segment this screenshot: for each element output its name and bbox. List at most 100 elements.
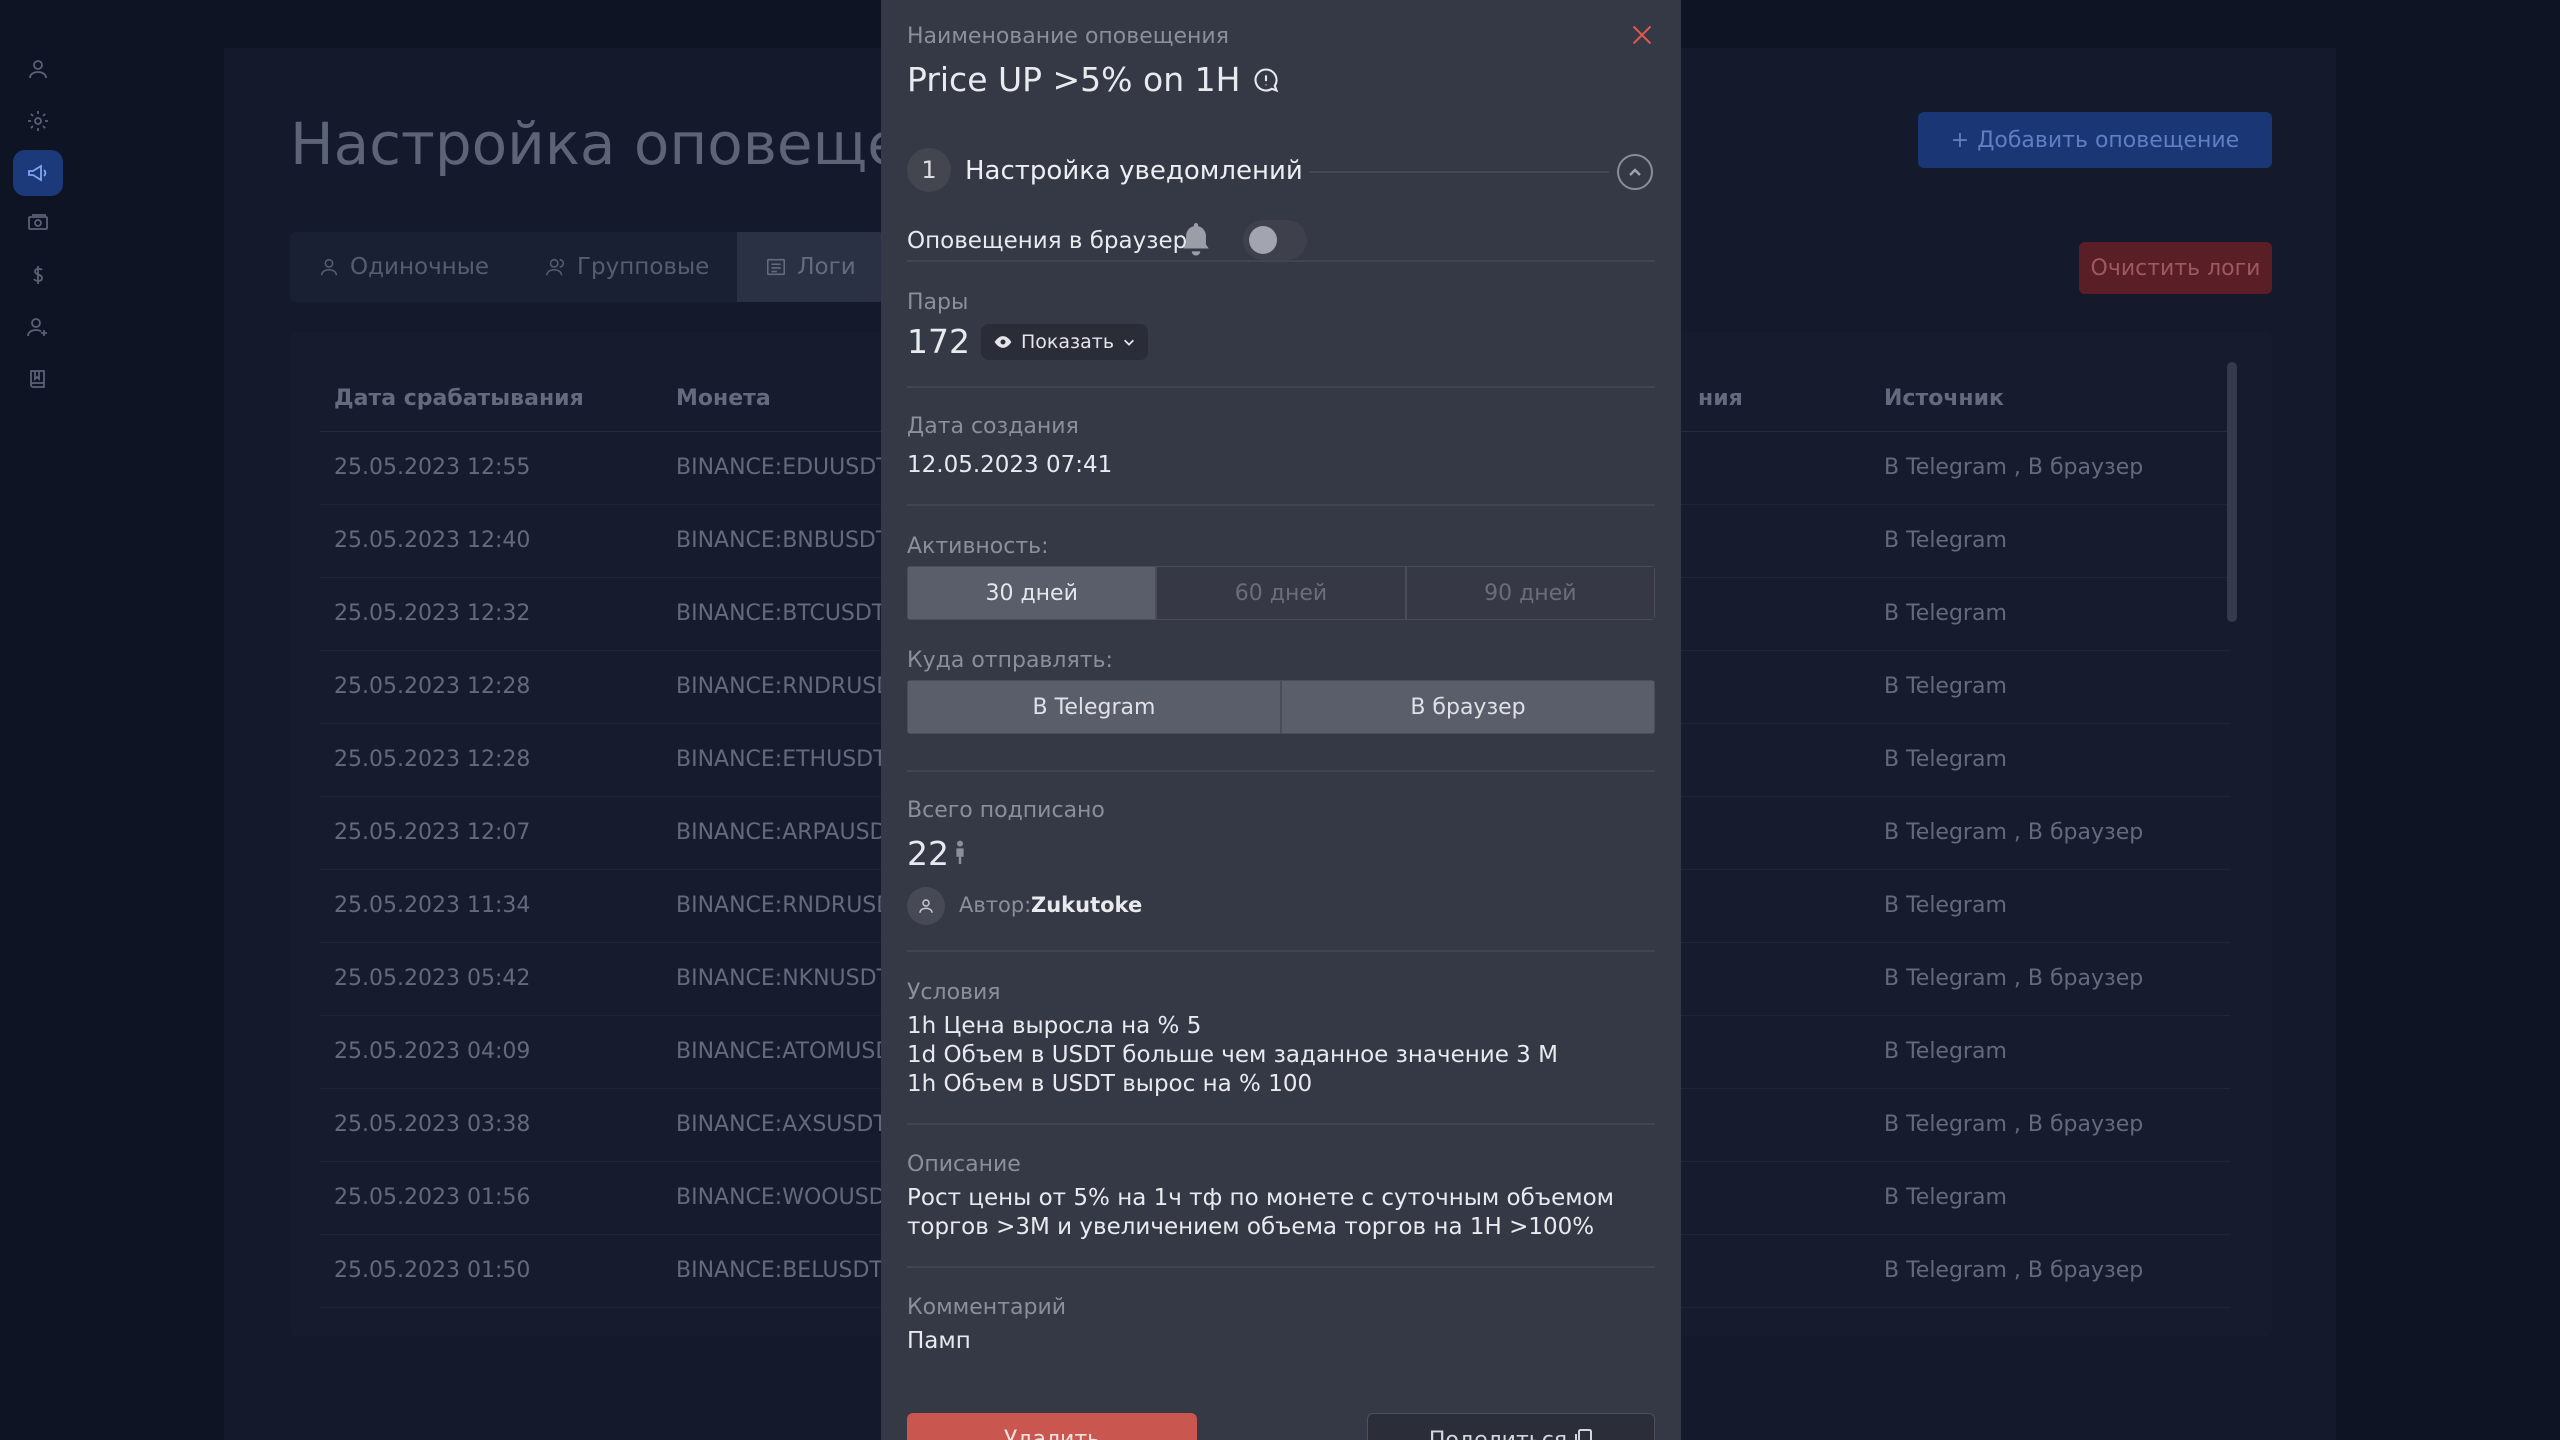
cell-coin: BINANCE:BNBUSDT xyxy=(676,528,890,553)
book-icon xyxy=(30,370,45,388)
activity-option-60[interactable]: 60 дней xyxy=(1156,566,1406,620)
subscribed-count: 22 xyxy=(907,834,949,873)
sidebar xyxy=(0,0,76,1440)
cell-date: 25.05.2023 12:55 xyxy=(334,455,531,480)
sidebar-item-payments[interactable] xyxy=(13,200,63,246)
condition-item: 1h Объем в USDT вырос на % 100 xyxy=(907,1071,1313,1097)
author-label: Автор: xyxy=(959,893,1032,917)
column-header-coin: Монета xyxy=(676,386,771,411)
description-label: Описание xyxy=(907,1152,1021,1177)
send-to-label: Куда отправлять: xyxy=(907,648,1113,673)
condition-item: 1h Цена выросла на % 5 xyxy=(907,1013,1202,1039)
user-icon xyxy=(29,60,47,79)
tab-single[interactable]: Одиночные xyxy=(290,232,517,302)
alert-name-text: Price UP >5% on 1H xyxy=(907,60,1241,99)
created-label: Дата создания xyxy=(907,414,1079,439)
cell-coin: BINANCE:NKNUSDT xyxy=(676,966,891,991)
column-header-date: Дата срабатывания xyxy=(334,386,584,411)
sidebar-item-settings[interactable] xyxy=(13,98,63,144)
author-avatar xyxy=(907,887,945,925)
list-icon xyxy=(767,258,786,276)
sidebar-item-referrals[interactable] xyxy=(13,304,63,350)
description-line: Рост цены от 5% на 1ч тф по монете с сут… xyxy=(907,1185,1614,1211)
sidebar-item-alerts[interactable] xyxy=(13,150,63,196)
close-icon[interactable] xyxy=(1629,22,1655,48)
browser-alerts-toggle[interactable] xyxy=(1243,220,1307,260)
cell-coin: BINANCE:RNDRUSDT xyxy=(676,674,907,699)
sidebar-item-billing[interactable] xyxy=(13,252,63,298)
comment-label: Комментарий xyxy=(907,1295,1067,1320)
divider xyxy=(907,504,1655,506)
description-line: торгов >3M и увеличением объема торгов н… xyxy=(907,1214,1595,1240)
cell-source: В Telegram xyxy=(1884,1185,2007,1210)
tab-logs[interactable]: Логи xyxy=(737,232,884,302)
add-alert-button[interactable]: + Добавить оповещение xyxy=(1918,112,2272,168)
alert-tabs: Одиночные Групповые Логи xyxy=(290,232,884,302)
share-label: Поделиться xyxy=(1429,1428,1567,1440)
chevron-up-icon xyxy=(1629,168,1641,176)
sidebar-item-docs[interactable] xyxy=(13,356,63,402)
cell-source: В Telegram xyxy=(1884,601,2007,626)
cell-source: В Telegram xyxy=(1884,747,2007,772)
cell-coin: BINANCE:ATOMUSDT xyxy=(676,1039,906,1064)
divider xyxy=(907,950,1655,952)
pairs-label: Пары xyxy=(907,290,969,315)
send-to-telegram[interactable]: В Telegram xyxy=(907,680,1281,734)
cell-source: В Telegram xyxy=(1884,893,2007,918)
comment-value: Памп xyxy=(907,1328,971,1354)
toggle-knob xyxy=(1249,226,1277,254)
dollar-icon xyxy=(33,266,43,284)
cell-source: В Telegram , В браузер xyxy=(1884,455,2144,480)
person-icon xyxy=(956,840,964,864)
cell-date: 25.05.2023 03:38 xyxy=(334,1112,531,1137)
tab-group-label: Групповые xyxy=(577,254,710,280)
cash-icon xyxy=(28,214,48,230)
step-divider xyxy=(1309,171,1609,173)
add-alert-label: Добавить оповещение xyxy=(1977,127,2240,153)
cell-coin: BINANCE:EDUUSDT xyxy=(676,455,890,480)
activity-option-90[interactable]: 90 дней xyxy=(1405,566,1655,620)
table-scrollbar[interactable] xyxy=(2227,362,2237,622)
show-pairs-button[interactable]: Показать xyxy=(981,324,1149,360)
gear-icon xyxy=(28,111,48,131)
tab-group[interactable]: Групповые xyxy=(517,232,737,302)
collapse-button[interactable] xyxy=(1617,154,1653,190)
send-to-browser[interactable]: В браузер xyxy=(1281,680,1655,734)
created-value: 12.05.2023 07:41 xyxy=(907,452,1113,478)
activity-option-30[interactable]: 30 дней xyxy=(907,566,1157,620)
step-title: Настройка уведомлений xyxy=(965,156,1303,186)
user-icon xyxy=(320,258,338,276)
sidebar-item-profile[interactable] xyxy=(13,46,63,92)
cell-date: 25.05.2023 12:07 xyxy=(334,820,531,845)
cell-source: В Telegram , В браузер xyxy=(1884,1112,2144,1137)
cell-coin: BINANCE:BELUSDT xyxy=(676,1258,883,1283)
cell-source: В Telegram xyxy=(1884,674,2007,699)
alert-name-label: Наименование оповещения xyxy=(907,24,1229,49)
alert-name: Price UP >5% on 1H xyxy=(907,60,1280,99)
send-to-selector: В Telegram В браузер xyxy=(907,680,1655,734)
cell-date: 25.05.2023 01:56 xyxy=(334,1185,531,1210)
cell-date: 25.05.2023 01:50 xyxy=(334,1258,531,1283)
cell-coin: BINANCE:AXSUSDT xyxy=(676,1112,887,1137)
add-user-icon xyxy=(27,318,47,337)
cell-coin: BINANCE:ETHUSDT xyxy=(676,747,887,772)
tab-logs-label: Логи xyxy=(797,254,856,280)
browser-alerts-label: Оповещения в браузере xyxy=(907,228,1202,254)
user-icon xyxy=(919,899,933,913)
subscribed-label: Всего подписано xyxy=(907,798,1105,823)
author-name[interactable]: Zukutoke xyxy=(1031,893,1142,917)
show-pairs-label: Показать xyxy=(1021,331,1115,353)
alert-details-modal: Наименование оповещения Price UP >5% on … xyxy=(881,0,1681,1440)
cell-source: В Telegram , В браузер xyxy=(1884,1258,2144,1283)
cell-date: 25.05.2023 12:28 xyxy=(334,674,531,699)
clear-logs-button[interactable]: Очистить логи xyxy=(2079,242,2272,294)
delete-button[interactable]: Удалить xyxy=(907,1413,1197,1440)
plus-icon: + xyxy=(1950,127,1970,153)
share-button[interactable]: Поделиться xyxy=(1367,1413,1655,1440)
cell-date: 25.05.2023 12:28 xyxy=(334,747,531,772)
info-icon[interactable] xyxy=(1252,66,1280,94)
users-icon xyxy=(546,258,565,276)
condition-item: 1d Объем в USDT больше чем заданное знач… xyxy=(907,1042,1558,1068)
cell-date: 25.05.2023 12:32 xyxy=(334,601,531,626)
cell-coin: BINANCE:WOOUSDT xyxy=(676,1185,900,1210)
